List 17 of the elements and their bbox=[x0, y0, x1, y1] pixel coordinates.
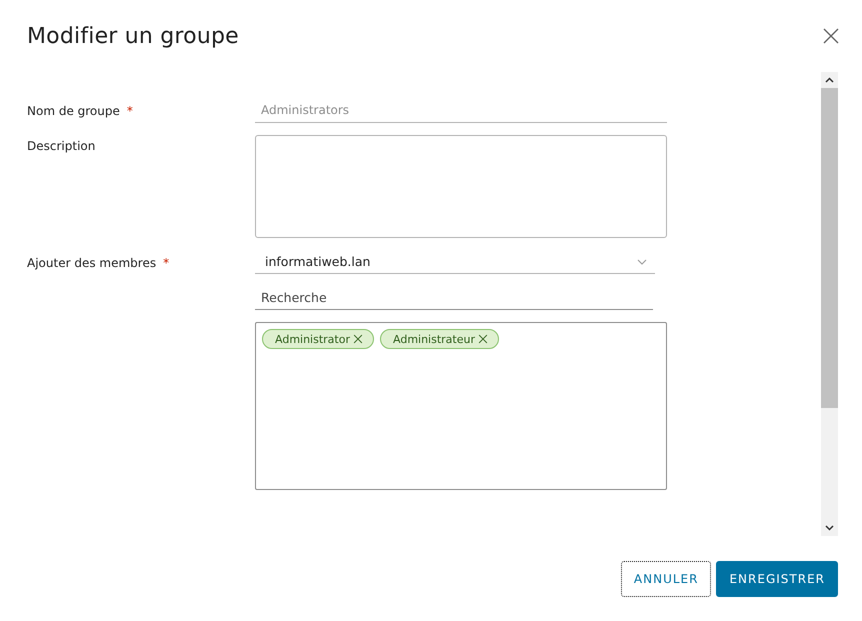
dialog-title: Modifier un groupe bbox=[27, 24, 239, 48]
member-tag: Administrateur bbox=[380, 329, 499, 349]
remove-icon[interactable] bbox=[478, 334, 488, 344]
scrollbar-thumb[interactable] bbox=[821, 88, 838, 408]
member-tag: Administrator bbox=[262, 329, 374, 349]
chevron-down-icon bbox=[637, 258, 647, 264]
remove-icon[interactable] bbox=[353, 334, 363, 344]
cancel-button[interactable]: ANNULER bbox=[620, 561, 712, 597]
required-mark: * bbox=[163, 256, 170, 270]
close-icon[interactable] bbox=[822, 27, 840, 45]
field-label: Ajouter des membres bbox=[27, 256, 156, 270]
save-button[interactable]: ENREGISTRER bbox=[716, 561, 838, 597]
scrollbar[interactable] bbox=[821, 72, 838, 536]
description-field[interactable] bbox=[255, 135, 667, 238]
field-label: Description bbox=[27, 139, 96, 153]
field-label: Nom de groupe bbox=[27, 104, 120, 118]
required-mark: * bbox=[126, 104, 133, 118]
